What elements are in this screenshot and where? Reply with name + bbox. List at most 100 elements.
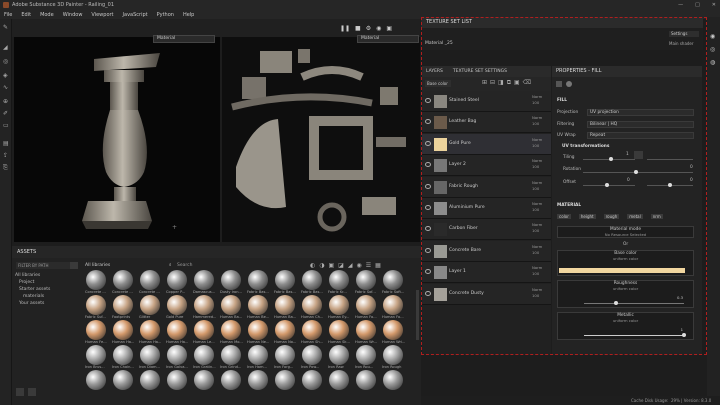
assets-search-input[interactable]: Search bbox=[177, 262, 192, 269]
paint-brush-icon[interactable]: ✎ bbox=[3, 25, 9, 31]
projection-icon[interactable]: ◎ bbox=[3, 59, 9, 65]
mask-filter-icon[interactable]: ◪ bbox=[338, 262, 344, 269]
asset-thumbnail[interactable]: Human Le... bbox=[193, 320, 216, 345]
asset-thumbnail[interactable]: Human No... bbox=[274, 320, 297, 345]
bake-icon[interactable]: ▤ bbox=[3, 141, 9, 147]
asset-thumbnail[interactable] bbox=[85, 370, 108, 390]
camera-icon[interactable]: ◉ bbox=[376, 25, 381, 32]
screenshot-icon[interactable]: ▣ bbox=[386, 25, 392, 32]
properties-icon[interactable]: ◍ bbox=[710, 59, 715, 66]
settings-icon[interactable]: ⚙ bbox=[366, 25, 371, 32]
smudge-icon[interactable]: ∿ bbox=[3, 85, 9, 91]
asset-thumbnail[interactable]: Human Ha... bbox=[139, 320, 162, 345]
asset-thumbnail[interactable] bbox=[355, 370, 378, 390]
export-icon[interactable]: ⇪ bbox=[3, 153, 9, 159]
asset-thumbnail[interactable]: Iron Brus... bbox=[85, 345, 108, 370]
asset-thumbnail[interactable]: Fabric Bas... bbox=[301, 270, 324, 295]
close-icon[interactable]: ✕ bbox=[712, 2, 716, 8]
env-filter-icon[interactable]: ◉ bbox=[356, 262, 361, 269]
asset-thumbnail[interactable]: Human Sh... bbox=[301, 320, 324, 345]
asset-thumbnail[interactable]: Iron Ham... bbox=[247, 345, 270, 370]
filter-by-path-input[interactable]: FILTER BY PATH bbox=[16, 262, 70, 269]
asset-thumbnail[interactable]: Iron Forg... bbox=[274, 345, 297, 370]
asset-thumbnail[interactable]: Human Ha... bbox=[112, 320, 135, 345]
asset-thumbnail[interactable]: Fabric Soft... bbox=[382, 270, 405, 295]
material-filter-icon[interactable]: ◐ bbox=[310, 262, 315, 269]
asset-thumbnail[interactable]: Human Sk... bbox=[328, 320, 351, 345]
asset-thumbnail[interactable]: Iron Pow... bbox=[301, 345, 324, 370]
asset-thumbnail[interactable]: Human Ba... bbox=[220, 295, 243, 320]
asset-thumbnail[interactable]: Human Mo... bbox=[220, 320, 243, 345]
asset-thumbnail[interactable]: Fabric Kr... bbox=[328, 270, 351, 295]
menu-window[interactable]: Window bbox=[63, 12, 83, 18]
asset-thumbnail[interactable] bbox=[220, 370, 243, 390]
viewport-2d-mode-select[interactable]: Material bbox=[357, 35, 419, 43]
layers-icon[interactable]: ◎ bbox=[710, 46, 715, 53]
asset-thumbnail[interactable]: Footprints bbox=[112, 295, 135, 320]
menu-mode[interactable]: Mode bbox=[40, 12, 54, 18]
asset-thumbnail[interactable]: Concrete ... bbox=[85, 270, 108, 295]
tree-item[interactable]: All libraries bbox=[15, 272, 81, 279]
pause-icon[interactable]: ❚❚ bbox=[340, 25, 350, 32]
asset-thumbnail[interactable]: Dusty Iron... bbox=[220, 270, 243, 295]
brush-filter-icon[interactable]: ◢ bbox=[348, 262, 353, 269]
asset-thumbnail[interactable]: Iron Rou... bbox=[355, 345, 378, 370]
maximize-icon[interactable]: □ bbox=[695, 2, 700, 8]
asset-thumbnail[interactable]: Iron Raw bbox=[328, 345, 351, 370]
measure-icon[interactable]: ▭ bbox=[3, 123, 9, 129]
asset-thumbnail[interactable]: Iron Gratin... bbox=[193, 345, 216, 370]
asset-thumbnail[interactable]: Iron Chain... bbox=[112, 345, 135, 370]
texture-filter-icon[interactable]: ▣ bbox=[329, 262, 335, 269]
asset-thumbnail[interactable]: Concrete ... bbox=[112, 270, 135, 295]
asset-thumbnail[interactable]: Human Wr... bbox=[355, 320, 378, 345]
assets-view-button[interactable] bbox=[16, 388, 24, 396]
asset-thumbnail[interactable]: Human Be... bbox=[247, 295, 270, 320]
asset-thumbnail[interactable]: Human Ey... bbox=[328, 295, 351, 320]
menu-javascript[interactable]: JavaScript bbox=[123, 12, 148, 18]
asset-thumbnail[interactable]: Copper P... bbox=[166, 270, 189, 295]
viewport-2d[interactable] bbox=[222, 37, 420, 242]
asset-thumbnail[interactable] bbox=[328, 370, 351, 390]
asset-thumbnail[interactable]: Glitter bbox=[139, 295, 162, 320]
menu-file[interactable]: File bbox=[4, 12, 12, 18]
texture-set-icon[interactable]: ◉ bbox=[710, 33, 715, 40]
asset-thumbnail[interactable] bbox=[274, 370, 297, 390]
asset-thumbnail[interactable] bbox=[301, 370, 324, 390]
menu-viewport[interactable]: Viewport bbox=[91, 12, 113, 18]
color-picker-icon[interactable]: ✐ bbox=[3, 111, 9, 117]
asset-thumbnail[interactable]: Iron Diam... bbox=[139, 345, 162, 370]
asset-thumbnail[interactable]: Hammered... bbox=[193, 295, 216, 320]
all-libraries-label[interactable]: All libraries bbox=[85, 263, 110, 268]
asset-thumbnail[interactable]: Fabric Suf... bbox=[85, 295, 108, 320]
asset-thumbnail[interactable] bbox=[166, 370, 189, 390]
asset-thumbnail[interactable]: Human Ch... bbox=[301, 295, 324, 320]
menu-help[interactable]: Help bbox=[183, 12, 194, 18]
asset-thumbnail[interactable]: Fabric Bas... bbox=[274, 270, 297, 295]
render-icon[interactable]: ■ bbox=[355, 25, 361, 32]
smart-material-icon[interactable]: ◑ bbox=[319, 262, 324, 269]
tree-item[interactable]: Project bbox=[15, 279, 81, 286]
asset-thumbnail[interactable]: Human Fe... bbox=[85, 320, 108, 345]
tree-item[interactable]: materials bbox=[15, 293, 81, 300]
asset-thumbnail[interactable]: Human Wri... bbox=[382, 320, 405, 345]
asset-thumbnail[interactable]: Iron Rough bbox=[382, 345, 405, 370]
asset-thumbnail[interactable]: Human Ba... bbox=[274, 295, 297, 320]
asset-thumbnail[interactable]: Fabric Sof... bbox=[355, 270, 378, 295]
asset-thumbnail[interactable] bbox=[247, 370, 270, 390]
asset-thumbnail[interactable]: Human Fo... bbox=[355, 295, 378, 320]
asset-thumbnail[interactable] bbox=[382, 370, 405, 390]
asset-thumbnail[interactable]: Fabric Bas... bbox=[247, 270, 270, 295]
share-icon[interactable]: ⎘ bbox=[3, 165, 9, 171]
geometry-fill-icon[interactable]: ◈ bbox=[3, 73, 9, 79]
filter-folder-icon[interactable] bbox=[70, 262, 78, 269]
clone-icon[interactable]: ⊕ bbox=[3, 99, 9, 105]
assets-folder-button[interactable] bbox=[28, 388, 36, 396]
asset-thumbnail[interactable]: Concrete ... bbox=[139, 270, 162, 295]
asset-thumbnail[interactable] bbox=[139, 370, 162, 390]
asset-thumbnail[interactable] bbox=[193, 370, 216, 390]
menu-python[interactable]: Python bbox=[157, 12, 174, 18]
asset-thumbnail[interactable]: Human Ne... bbox=[247, 320, 270, 345]
asset-thumbnail[interactable]: Gold Pure bbox=[166, 295, 189, 320]
asset-thumbnail[interactable]: Damascus... bbox=[193, 270, 216, 295]
asset-thumbnail[interactable] bbox=[112, 370, 135, 390]
